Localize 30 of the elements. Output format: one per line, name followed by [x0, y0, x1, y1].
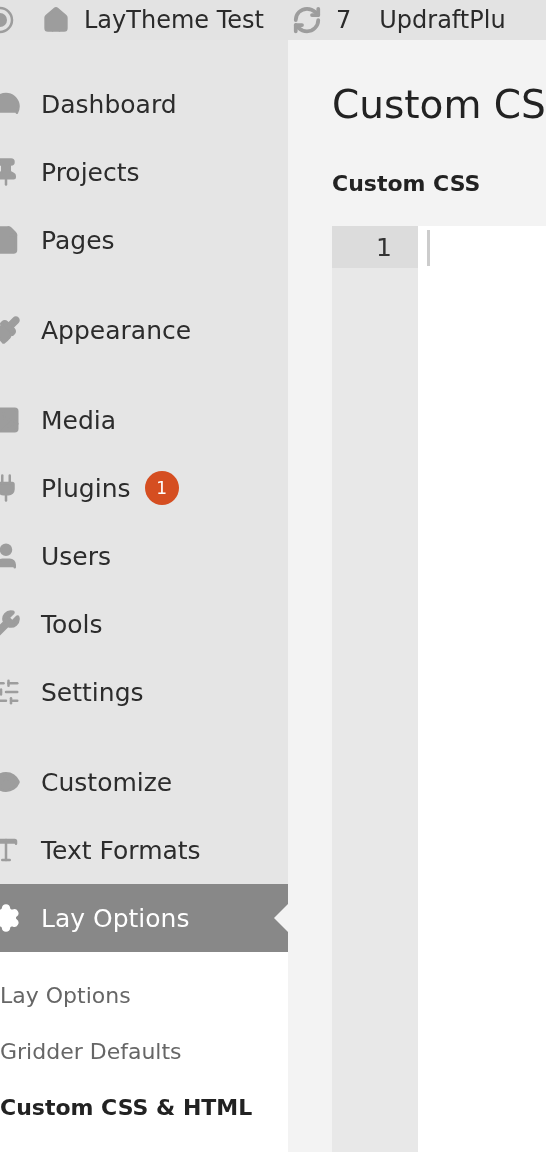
updates-count[interactable]: 7 [335, 6, 352, 34]
plugin-menu-link[interactable]: UpdraftPlu [379, 6, 506, 34]
submenu-item[interactable]: Lay Options [0, 967, 131, 1023]
update-count-badge: 1 [144, 471, 179, 505]
menu-icon [0, 903, 21, 933]
sidebar-menu-item[interactable]: Settings [0, 658, 288, 726]
submenu-item[interactable]: Gridder Defaults [0, 1023, 182, 1079]
sidebar-menu-item[interactable]: Pages [0, 206, 288, 274]
menu-icon [0, 405, 21, 435]
sidebar-menu-item[interactable]: Lay Options [0, 884, 288, 952]
sidebar-menu-item[interactable]: Users [0, 522, 288, 590]
menu-icon [0, 315, 21, 345]
sidebar-menu-item[interactable]: Text Formats [0, 816, 288, 884]
updates-icon[interactable] [291, 5, 322, 35]
sidebar-menu-item[interactable]: Appearance [0, 296, 288, 364]
sidebar-menu-item[interactable]: Tools [0, 590, 288, 658]
sidebar-menu-item[interactable]: Plugins 1 [0, 454, 288, 522]
sidebar-menu-item[interactable]: Dashboard [0, 70, 288, 138]
site-name-link[interactable]: LayTheme Test [84, 6, 264, 34]
sidebar-menu-item[interactable]: Customize [0, 748, 288, 816]
menu-icon [0, 677, 21, 707]
sidebar-menu-item[interactable]: Media [0, 386, 288, 454]
text-cursor [427, 230, 430, 266]
page-title: Custom CS [332, 82, 546, 127]
code-editor[interactable]: 1 [332, 226, 546, 1152]
home-icon[interactable] [42, 6, 70, 34]
section-label: Custom CSS [332, 171, 482, 196]
line-number: 1 [332, 226, 418, 268]
sidebar-menu-item[interactable]: Projects [0, 138, 288, 206]
submenu-item[interactable]: Custom CSS & HTML [0, 1079, 253, 1135]
